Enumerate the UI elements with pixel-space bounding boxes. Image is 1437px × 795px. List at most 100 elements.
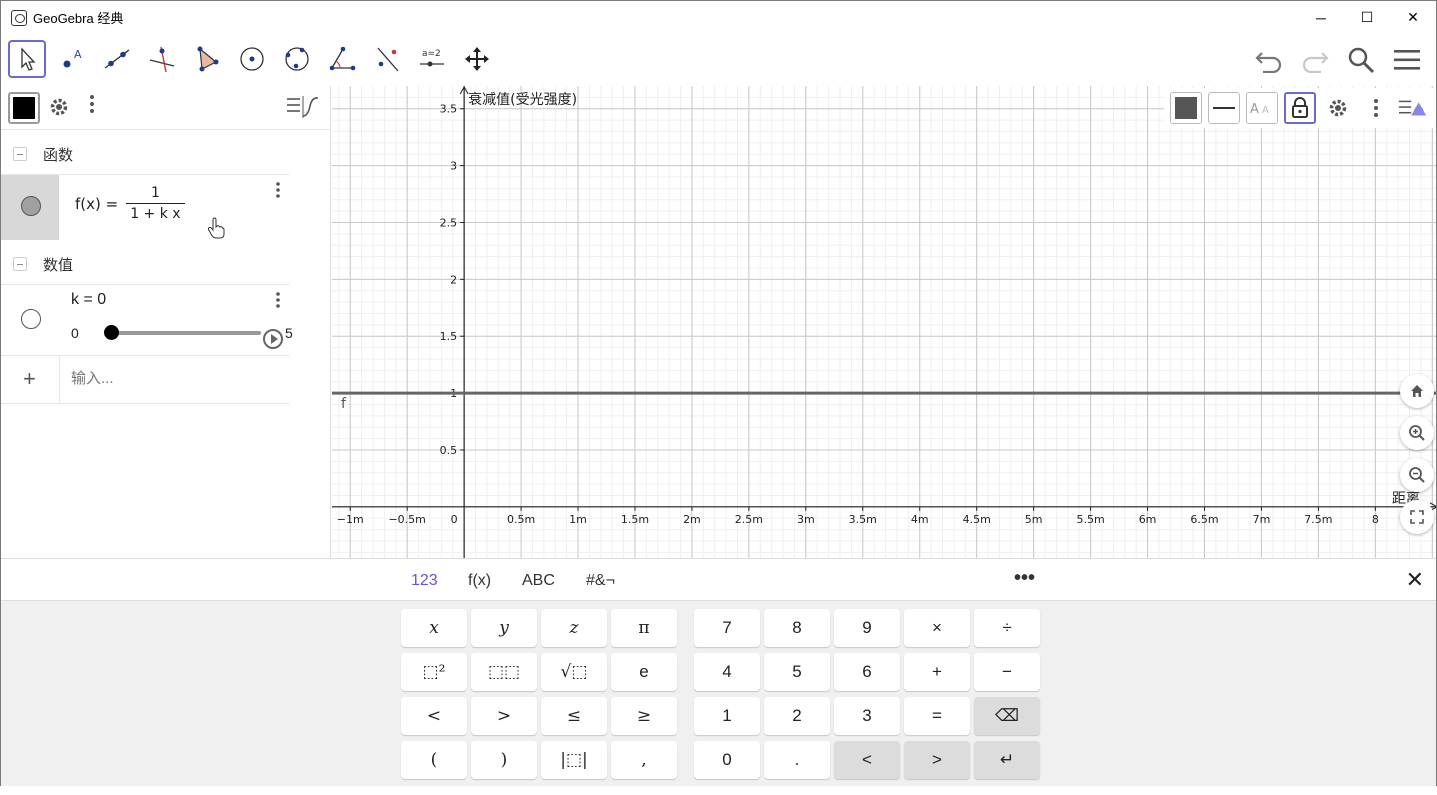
key-left-1-1[interactable]: ⬚⬚ xyxy=(471,653,537,691)
slider-handle[interactable] xyxy=(104,325,119,340)
perpendicular-line-tool[interactable] xyxy=(143,40,181,78)
slider-tool[interactable]: a=2 xyxy=(413,40,451,78)
minimize-button[interactable]: ─ xyxy=(1298,1,1344,34)
key-left-1-3[interactable]: e xyxy=(611,653,677,691)
x-tick-label: −1m xyxy=(337,513,364,526)
key-right-2-3[interactable]: = xyxy=(904,697,970,735)
key-right-1-2[interactable]: 6 xyxy=(834,653,900,691)
slider-play-button[interactable] xyxy=(263,329,283,349)
color-picker-button[interactable] xyxy=(8,92,40,124)
graphics-canvas[interactable]: −1m −0.5m 0 0.5m 1m 1.5m 2m 2.5m 3m 3.5m 4m 4.5m 5m 5… xyxy=(332,86,1437,558)
key-left-3-3[interactable]: , xyxy=(611,741,677,779)
gear-icon xyxy=(1329,99,1347,117)
home-button[interactable] xyxy=(1400,374,1434,408)
undo-button[interactable] xyxy=(1250,42,1288,78)
key-left-0-2[interactable]: z xyxy=(541,609,607,647)
plus-icon[interactable]: + xyxy=(23,366,36,392)
key-right-1-0[interactable]: 4 xyxy=(694,653,760,691)
close-button[interactable]: ✕ xyxy=(1390,1,1436,34)
move-graphics-tool[interactable] xyxy=(458,40,496,78)
keyboard-tab-abc[interactable]: ABC xyxy=(522,572,555,590)
key-right-3-3[interactable]: > xyxy=(904,741,970,779)
key-left-2-3[interactable]: ≥ xyxy=(611,697,677,735)
zoom-in-button[interactable] xyxy=(1400,416,1434,450)
slider-track[interactable] xyxy=(111,331,261,335)
key-right-2-4[interactable]: ⌫ xyxy=(974,697,1040,735)
key-left-2-2[interactable]: ≤ xyxy=(541,697,607,735)
key-right-1-3[interactable]: + xyxy=(904,653,970,691)
x-tick-label: 0 xyxy=(451,513,458,526)
graphics-color-button[interactable] xyxy=(1170,92,1202,124)
keyboard-more-button[interactable]: ••• xyxy=(1014,567,1035,590)
visibility-toggle[interactable] xyxy=(21,309,41,329)
algebra-more-button[interactable] xyxy=(89,94,95,120)
algebra-input-field[interactable] xyxy=(71,370,271,387)
key-right-3-1[interactable]: . xyxy=(764,741,830,779)
slider-value-label[interactable]: k = 0 xyxy=(71,291,106,309)
graphics-view[interactable]: −1m −0.5m 0 0.5m 1m 1.5m 2m 2.5m 3m 3.5m 4m 4.5m 5m 5… xyxy=(332,86,1437,558)
key-right-0-4[interactable]: ÷ xyxy=(974,609,1040,647)
key-right-3-4[interactable]: ↵ xyxy=(974,741,1040,779)
text-size-button[interactable]: AA xyxy=(1246,92,1278,124)
graphics-settings-button[interactable] xyxy=(1322,92,1354,124)
point-tool[interactable]: A xyxy=(53,40,91,78)
key-right-2-0[interactable]: 1 xyxy=(694,697,760,735)
lock-button[interactable] xyxy=(1284,92,1316,124)
key-left-2-1[interactable]: > xyxy=(471,697,537,735)
keyboard-tab-symbols[interactable]: #&¬ xyxy=(586,572,615,590)
key-left-0-1[interactable]: y xyxy=(471,609,537,647)
key-left-3-2[interactable]: |⬚| xyxy=(541,741,607,779)
key-right-1-4[interactable]: − xyxy=(974,653,1040,691)
line-style-button[interactable] xyxy=(1208,92,1240,124)
redo-button[interactable] xyxy=(1296,42,1334,78)
maximize-button[interactable]: ☐ xyxy=(1344,1,1390,34)
function-formula[interactable]: f(x) = 1 1 + k x xyxy=(75,185,185,222)
vertical-dots-icon xyxy=(276,292,280,308)
function-item-more-button[interactable] xyxy=(275,181,281,204)
key-left-0-0[interactable]: x xyxy=(401,609,467,647)
slider-item-more-button[interactable] xyxy=(275,291,281,314)
polygon-tool[interactable] xyxy=(188,40,226,78)
circle-tool[interactable] xyxy=(233,40,271,78)
function-item[interactable]: f(x) = 1 1 + k x xyxy=(1,174,289,240)
graphics-more-button[interactable] xyxy=(1360,92,1392,124)
fullscreen-button[interactable] xyxy=(1400,500,1434,534)
key-left-1-0[interactable]: ⬚² xyxy=(401,653,467,691)
keyboard-tab-functions[interactable]: f(x) xyxy=(468,572,491,590)
algebra-settings-button[interactable] xyxy=(48,96,70,124)
search-button[interactable] xyxy=(1342,42,1380,78)
key-left-1-2[interactable]: √⬚ xyxy=(541,653,607,691)
angle-tool[interactable] xyxy=(323,40,361,78)
key-right-0-0[interactable]: 7 xyxy=(694,609,760,647)
zoom-out-button[interactable] xyxy=(1400,458,1434,492)
move-tool[interactable] xyxy=(8,40,46,78)
graphics-view-toggle-button[interactable] xyxy=(1398,92,1430,124)
main-menu-button[interactable] xyxy=(1388,42,1426,78)
keyboard-tab-123[interactable]: 123 xyxy=(411,572,438,590)
group-numbers[interactable]: 数值 xyxy=(1,240,330,284)
visibility-toggle[interactable] xyxy=(21,196,41,216)
algebra-input-row[interactable]: + xyxy=(1,356,289,404)
conic-tool[interactable] xyxy=(278,40,316,78)
key-left-2-0[interactable]: < xyxy=(401,697,467,735)
reflect-tool[interactable] xyxy=(368,40,406,78)
move-arrows-icon xyxy=(465,47,489,71)
group-functions[interactable]: 函数 xyxy=(1,130,330,174)
key-right-0-1[interactable]: 8 xyxy=(764,609,830,647)
key-right-3-0[interactable]: 0 xyxy=(694,741,760,779)
key-right-2-1[interactable]: 2 xyxy=(764,697,830,735)
key-right-2-2[interactable]: 3 xyxy=(834,697,900,735)
key-right-0-2[interactable]: 9 xyxy=(834,609,900,647)
keyboard-close-button[interactable]: ✕ xyxy=(1406,567,1424,593)
key-right-0-3[interactable]: × xyxy=(904,609,970,647)
algebra-view-toggle-button[interactable] xyxy=(286,96,320,123)
collapse-icon[interactable] xyxy=(13,147,27,161)
key-right-1-1[interactable]: 5 xyxy=(764,653,830,691)
line-tool[interactable] xyxy=(98,40,136,78)
collapse-icon[interactable] xyxy=(13,257,27,271)
key-left-0-3[interactable]: π xyxy=(611,609,677,647)
key-right-3-2[interactable]: < xyxy=(834,741,900,779)
key-left-3-0[interactable]: ( xyxy=(401,741,467,779)
key-left-3-1[interactable]: ) xyxy=(471,741,537,779)
slider-item-k[interactable]: k = 0 0 5 xyxy=(1,284,293,356)
